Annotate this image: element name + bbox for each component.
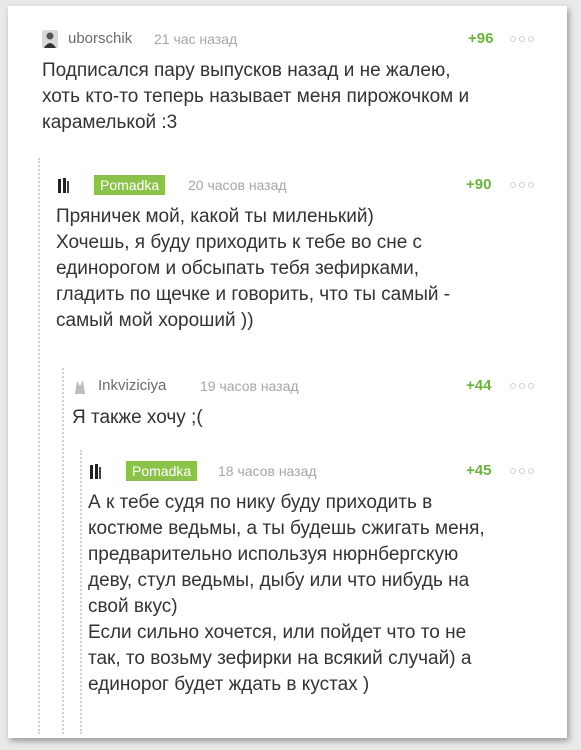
comment: Pomadka 20 часов назад +90 Пряничек мой,… xyxy=(56,174,542,334)
comment-rating: +96 xyxy=(468,30,494,47)
comment-thread: uborschik 21 час назад +96 Подписался па… xyxy=(8,6,567,738)
username-link[interactable]: uborschik xyxy=(68,28,132,50)
comment-header: Inkviziciya 19 часов назад +44 xyxy=(72,375,542,397)
comment-header: Pomadka 18 часов назад +45 xyxy=(88,460,542,482)
comment-header: Pomadka 20 часов назад +90 xyxy=(56,174,542,196)
comment-rating: +90 xyxy=(466,176,492,193)
comment-rating: +45 xyxy=(466,462,492,479)
comment-text: Пряничек мой, какой ты миленький) Хочешь… xyxy=(56,206,451,331)
comment-timestamp[interactable]: 21 час назад xyxy=(154,28,237,50)
more-options-icon[interactable] xyxy=(510,380,540,392)
comment-text: Подписался пару выпусков назад и не жале… xyxy=(42,60,470,133)
comment-timestamp[interactable]: 20 часов назад xyxy=(188,174,287,196)
comment: Pomadka 18 часов назад +45 А к тебе судя… xyxy=(88,460,542,698)
username-link[interactable]: Pomadka xyxy=(126,461,198,481)
comment: uborschik 21 час назад +96 Подписался па… xyxy=(42,28,542,136)
thread-line xyxy=(62,368,64,734)
user-avatar-icon[interactable] xyxy=(88,462,104,480)
more-options-icon[interactable] xyxy=(510,179,540,191)
user-avatar-icon[interactable] xyxy=(56,176,72,194)
username-link[interactable]: Pomadka xyxy=(94,175,166,195)
thread-line xyxy=(80,450,82,734)
thread-line xyxy=(38,158,40,734)
username-link[interactable]: Inkviziciya xyxy=(98,375,166,397)
user-avatar-icon[interactable] xyxy=(72,377,88,395)
more-options-icon[interactable] xyxy=(510,33,540,45)
more-options-icon[interactable] xyxy=(510,465,540,477)
comment: Inkviziciya 19 часов назад +44 Я также х… xyxy=(72,375,542,431)
comment-rating: +44 xyxy=(466,377,492,394)
comment-header: uborschik 21 час назад +96 xyxy=(42,28,542,50)
comment-timestamp[interactable]: 19 часов назад xyxy=(200,375,299,397)
comment-timestamp[interactable]: 18 часов назад xyxy=(218,460,317,482)
comment-text: Я также хочу ;( xyxy=(72,407,203,428)
comment-text: А к тебе судя по нику буду приходить в к… xyxy=(88,492,485,695)
user-avatar-icon[interactable] xyxy=(42,30,58,48)
